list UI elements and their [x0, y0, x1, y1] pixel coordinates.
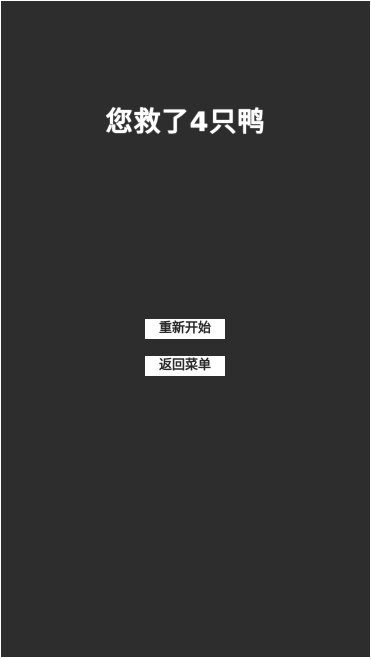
- game-over-screen: 您救了4只鸭 重新开始 返回菜单: [1, 1, 370, 657]
- result-title: 您救了4只鸭: [105, 107, 266, 138]
- back-to-menu-button[interactable]: 返回菜单: [145, 356, 225, 376]
- restart-button[interactable]: 重新开始: [145, 319, 225, 339]
